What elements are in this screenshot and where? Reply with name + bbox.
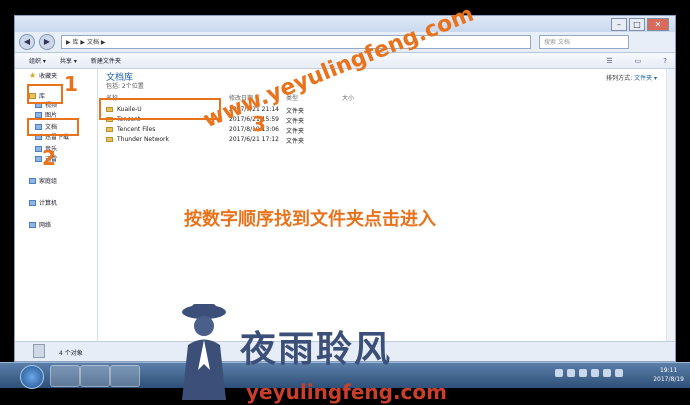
clock[interactable]: 19:11 2017/8/19 bbox=[653, 366, 684, 384]
folder-icon bbox=[106, 137, 113, 142]
preview-pane-icon[interactable]: ▭ bbox=[635, 57, 642, 65]
sidebar-item-label: 网络 bbox=[39, 222, 52, 229]
item-count: 4 个对象 bbox=[59, 350, 83, 357]
step-1-label: 1 bbox=[64, 72, 78, 96]
network-icon bbox=[29, 221, 36, 228]
table-row[interactable]: Tencent Files 2017/8/19 13:06 文件夹 bbox=[106, 126, 626, 135]
tray-icon[interactable] bbox=[579, 369, 587, 377]
file-name: Tencent Files bbox=[106, 126, 155, 133]
table-row[interactable]: Thunder Network 2017/6/21 17:12 文件夹 bbox=[106, 136, 626, 145]
computer-icon bbox=[29, 199, 36, 206]
music-icon bbox=[35, 145, 42, 152]
system-tray bbox=[555, 369, 623, 377]
sidebar-item-homegroup[interactable]: 家庭组 bbox=[29, 176, 57, 185]
arrange-value[interactable]: 文件夹 ▾ bbox=[634, 75, 657, 82]
homegroup-icon bbox=[29, 177, 36, 184]
xunlei-icon bbox=[35, 155, 42, 162]
picture-icon bbox=[35, 111, 42, 118]
file-type: 文件夹 bbox=[286, 108, 305, 115]
instruction-text: 按数字顺序找到文件夹点击进入 bbox=[184, 209, 436, 230]
sidebar-item-favorites[interactable]: ★ 收藏夹 bbox=[29, 71, 57, 80]
file-date: 2017/6/21 17:12 bbox=[229, 136, 279, 143]
address-row: ◀ ▶ ▶ 库 ▶ 文档 ▶ 搜索 文档 bbox=[15, 32, 675, 53]
clock-date: 2017/8/19 bbox=[653, 376, 684, 383]
sidebar-item-label: 家庭组 bbox=[39, 178, 58, 185]
file-type: 文件夹 bbox=[286, 138, 305, 145]
file-type: 文件夹 bbox=[286, 128, 305, 135]
navigation-pane: ★ 收藏夹 库 视频 图片 文档 迅雷下载 音乐 迅雷 家庭组 计算机 网络 bbox=[15, 69, 98, 342]
clock-time: 19:11 bbox=[659, 367, 678, 374]
library-icon bbox=[33, 344, 45, 358]
brand-logo-figure bbox=[182, 304, 226, 400]
share-button[interactable]: 共享 ▾ bbox=[60, 56, 77, 65]
taskbar-app-button[interactable] bbox=[80, 365, 110, 387]
file-type: 文件夹 bbox=[286, 118, 305, 125]
column-size[interactable]: 大小 bbox=[342, 93, 354, 102]
brand-name: 夜雨聆风 bbox=[240, 328, 393, 370]
tray-icon[interactable] bbox=[603, 369, 611, 377]
library-locations[interactable]: 包括: 2个位置 bbox=[106, 81, 144, 90]
tray-icon[interactable] bbox=[591, 369, 599, 377]
help-icon[interactable]: ? bbox=[663, 57, 667, 65]
tray-icon[interactable] bbox=[615, 369, 623, 377]
sidebar-item-network[interactable]: 网络 bbox=[29, 220, 51, 229]
sidebar-item-label: 收藏夹 bbox=[39, 73, 58, 80]
start-button[interactable] bbox=[20, 365, 44, 389]
minimize-button[interactable]: – bbox=[611, 18, 627, 31]
search-input[interactable]: 搜索 文档 bbox=[539, 35, 629, 49]
highlight-library bbox=[27, 84, 63, 104]
star-icon: ★ bbox=[29, 70, 37, 80]
tray-icon[interactable] bbox=[555, 369, 563, 377]
scrollbar[interactable] bbox=[666, 69, 675, 342]
step-3-label: 3 bbox=[252, 112, 266, 136]
forward-icon[interactable]: ▶ bbox=[39, 34, 55, 50]
step-2-label: 2 bbox=[42, 146, 56, 170]
sidebar-item-label: 计算机 bbox=[39, 200, 58, 207]
tray-icon[interactable] bbox=[567, 369, 575, 377]
arrange-label: 排列方式: bbox=[606, 75, 633, 82]
brand-url: yeyulingfeng.com bbox=[246, 380, 447, 404]
highlight-documents bbox=[27, 118, 79, 136]
new-folder-button[interactable]: 新建文件夹 bbox=[91, 56, 121, 65]
view-controls: ☰ ▭ ? bbox=[592, 57, 667, 65]
explorer-taskbar-button[interactable] bbox=[110, 365, 140, 387]
title-bar: – □ ✕ bbox=[15, 16, 675, 32]
organize-button[interactable]: 组织 ▾ bbox=[29, 56, 46, 65]
view-options-icon[interactable]: ☰ bbox=[606, 57, 612, 65]
file-name: Thunder Network bbox=[106, 136, 169, 143]
folder-icon bbox=[106, 127, 113, 132]
taskbar-app-button[interactable] bbox=[50, 365, 80, 387]
arrange-by[interactable]: 排列方式: 文件夹 ▾ bbox=[606, 73, 657, 82]
close-button[interactable]: ✕ bbox=[647, 18, 669, 31]
back-icon[interactable]: ◀ bbox=[19, 34, 35, 50]
address-bar[interactable]: ▶ 库 ▶ 文档 ▶ bbox=[61, 35, 531, 49]
maximize-button[interactable]: □ bbox=[629, 18, 645, 31]
window-controls: – □ ✕ bbox=[611, 18, 669, 31]
sidebar-item-computer[interactable]: 计算机 bbox=[29, 198, 57, 207]
